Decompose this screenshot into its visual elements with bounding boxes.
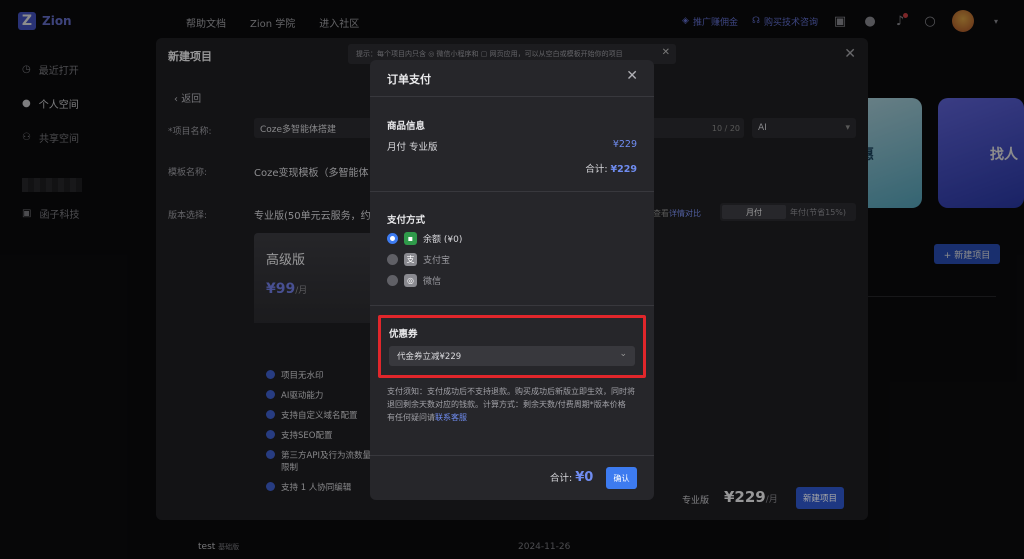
divider bbox=[370, 455, 654, 456]
wallet-icon: ▪ bbox=[404, 232, 417, 245]
radio[interactable] bbox=[387, 254, 398, 265]
divider bbox=[370, 191, 654, 192]
chevron-down-icon: ⌄ bbox=[619, 349, 627, 359]
payment-method-alipay[interactable]: 支 支付宝 bbox=[387, 253, 450, 266]
payment-modal: 订单支付 ✕ 商品信息 月付 专业版 ¥229 合计: ¥229 支付方式 ▪ … bbox=[370, 60, 654, 500]
payment-title: 订单支付 bbox=[387, 73, 431, 86]
total-value: ¥0 bbox=[575, 470, 594, 485]
coupon-select[interactable]: 代金券立减¥229 ⌄ bbox=[389, 346, 635, 366]
product-section-title: 商品信息 bbox=[387, 121, 426, 132]
confirm-button[interactable]: 确认 bbox=[606, 467, 637, 489]
method-label: 微信 bbox=[423, 277, 442, 287]
method-section-title: 支付方式 bbox=[387, 215, 426, 226]
product-price: ¥229 bbox=[612, 139, 637, 150]
method-label: 支付宝 bbox=[423, 256, 451, 266]
close-icon[interactable]: ✕ bbox=[626, 68, 638, 84]
coupon-section-highlight: 优惠券 代金券立减¥229 ⌄ bbox=[378, 315, 646, 378]
subtotal-value: ¥229 bbox=[610, 164, 637, 175]
divider bbox=[370, 305, 654, 306]
total: 合计: ¥0 bbox=[550, 470, 593, 485]
payment-method-balance[interactable]: ▪ 余额 (¥0) bbox=[387, 232, 462, 245]
product-name: 月付 专业版 bbox=[387, 142, 438, 153]
subtotal-label: 合计: bbox=[585, 164, 608, 175]
contact-prefix: 有任何疑问请 bbox=[387, 413, 435, 422]
coupon-section-title: 优惠券 bbox=[389, 329, 418, 340]
method-label: 余额 (¥0) bbox=[423, 235, 463, 245]
payment-method-wechat[interactable]: ◎ 微信 bbox=[387, 274, 441, 287]
notice-text: 支付须知：支付成功后不支持退款。购买成功后新版立即生效，同时将退回剩余天数对应的… bbox=[387, 387, 635, 409]
total-label: 合计: bbox=[550, 473, 573, 484]
divider bbox=[370, 96, 654, 97]
radio[interactable] bbox=[387, 275, 398, 286]
contact-support-link[interactable]: 联系客服 bbox=[435, 413, 467, 422]
subtotal: 合计: ¥229 bbox=[585, 161, 637, 175]
coupon-value: 代金券立减¥229 bbox=[397, 352, 462, 362]
wechat-icon: ◎ bbox=[404, 274, 417, 287]
radio-selected[interactable] bbox=[387, 233, 398, 244]
alipay-icon: 支 bbox=[404, 253, 417, 266]
payment-notice: 支付须知：支付成功后不支持退款。购买成功后新版立即生效，同时将退回剩余天数对应的… bbox=[387, 385, 639, 424]
